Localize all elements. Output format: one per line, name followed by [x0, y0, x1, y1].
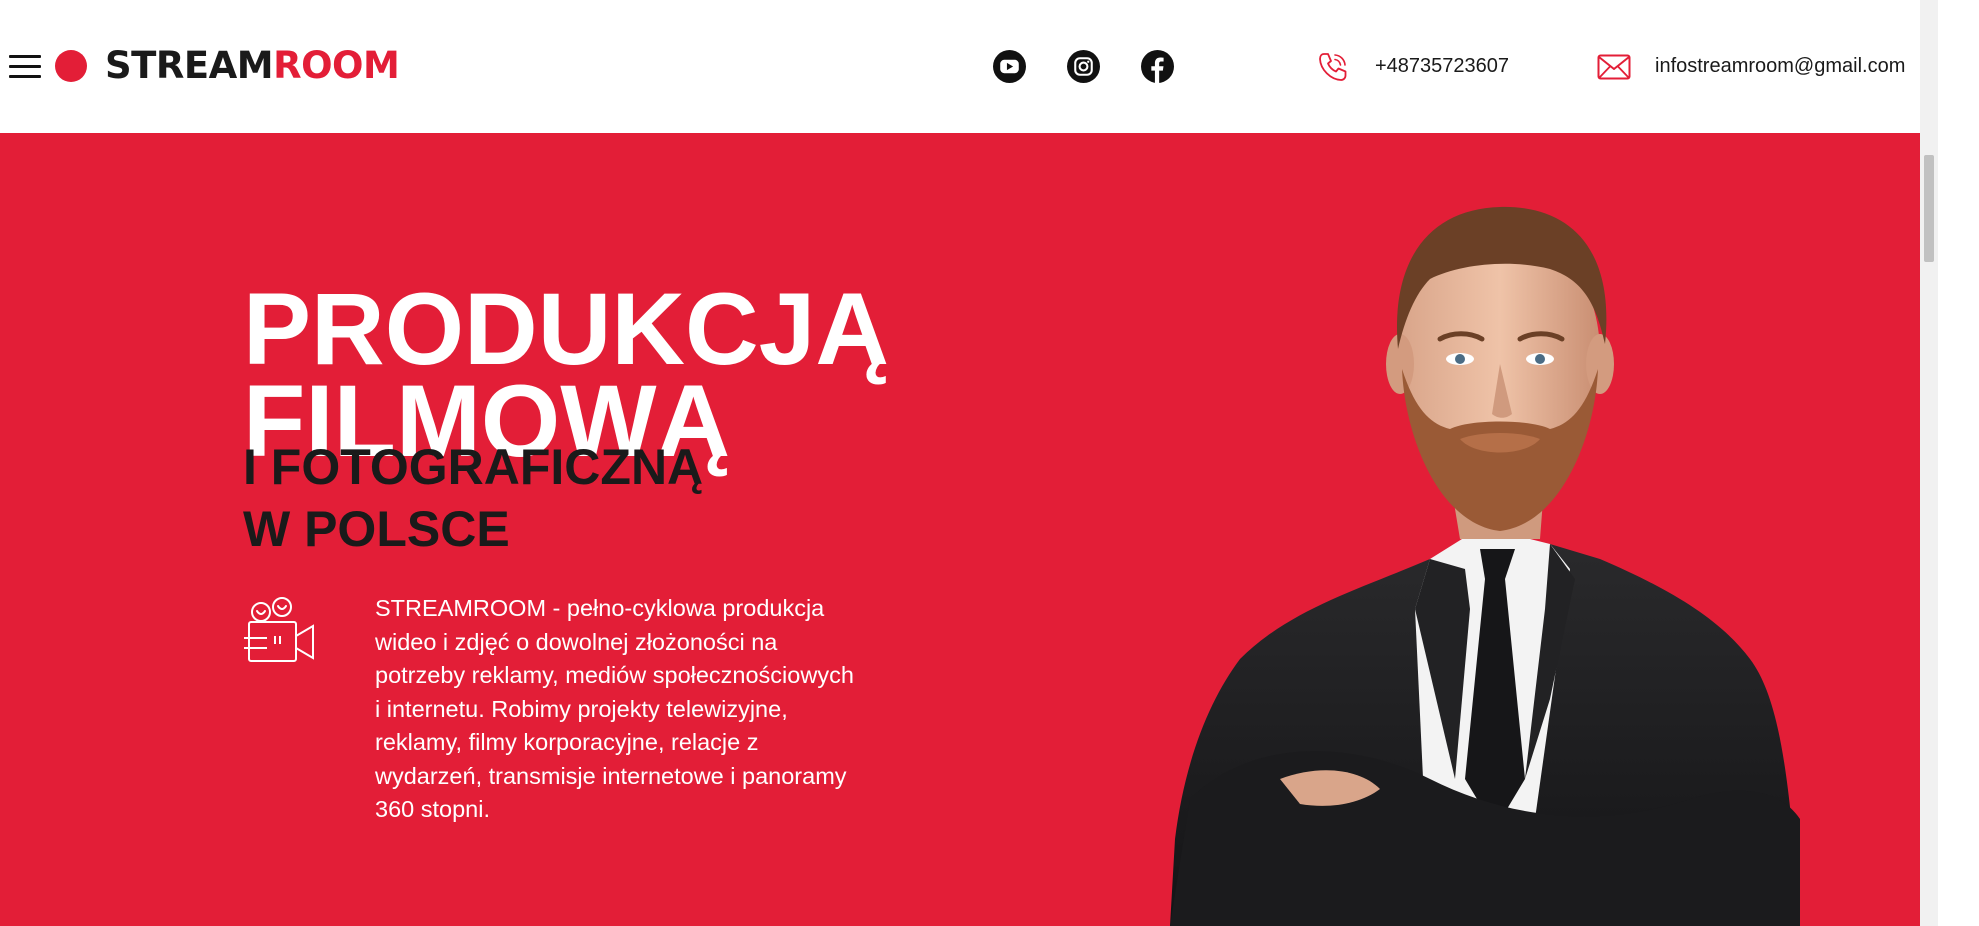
hero-subtitle: I FOTOGRAFICZNĄ W POLSCE: [243, 436, 703, 560]
hero-subtitle-line-2: W POLSCE: [243, 501, 510, 557]
hero-title-line-1: PRODUKCJĄ: [243, 272, 890, 386]
site-header: STREAMROOM +48735723607 infostreamroom@g…: [0, 0, 1920, 133]
video-camera-icon: [244, 597, 314, 662]
scrollbar-thumb[interactable]: [1924, 155, 1934, 262]
email-link[interactable]: infostreamroom@gmail.com: [1655, 54, 1905, 78]
phone-icon: [1319, 53, 1347, 81]
hero-description: STREAMROOM - pełno-cyklowa produkcja wid…: [375, 595, 854, 822]
hero-subtitle-line-1: I FOTOGRAFICZNĄ: [243, 439, 704, 495]
hero-section: PRODUKCJĄ FILMOWĄ I FOTOGRAFICZNĄ W POLS…: [0, 133, 1920, 926]
youtube-icon[interactable]: [993, 50, 1026, 83]
instagram-icon[interactable]: [1067, 50, 1100, 83]
phone-link[interactable]: +48735723607: [1375, 54, 1509, 78]
facebook-icon[interactable]: [1141, 50, 1174, 83]
hamburger-menu-icon[interactable]: [9, 55, 41, 79]
email-icon: [1597, 54, 1631, 80]
logo[interactable]: STREAMROOM: [55, 44, 400, 87]
page-scrollbar[interactable]: [1920, 0, 1938, 926]
portrait-image: [1170, 206, 1800, 926]
logo-text: STREAMROOM: [105, 44, 400, 87]
page: STREAMROOM +48735723607 infostreamroom@g…: [0, 0, 1920, 926]
logo-record-dot: [55, 50, 87, 82]
